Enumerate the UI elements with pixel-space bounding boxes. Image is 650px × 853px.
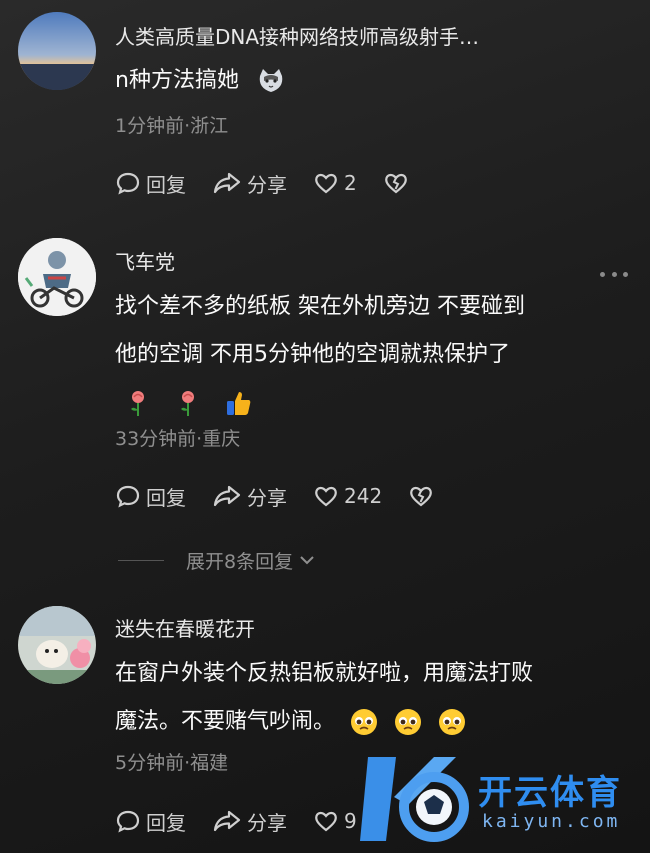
- comment-text-line: 在窗户外装个反热铝板就好啦，用魔法打败: [115, 661, 534, 686]
- like-button[interactable]: 9: [313, 808, 357, 834]
- reply-label: 回复: [146, 172, 186, 197]
- expand-replies-label: 展开8条回复: [186, 550, 294, 573]
- more-dot: [623, 271, 628, 277]
- pleading-face-emoji-icon: [393, 707, 423, 737]
- like-count: 2: [344, 171, 357, 195]
- reply-icon: [116, 485, 140, 508]
- more-dot: [600, 271, 605, 277]
- comment-actions: 回复 分享 242: [115, 480, 465, 512]
- reply-button[interactable]: 回复: [115, 169, 186, 198]
- username[interactable]: 人类高质量DNA接种网络技师高级射手…: [115, 21, 555, 50]
- reply-label: 回复: [146, 810, 186, 835]
- avatar[interactable]: [18, 606, 96, 684]
- share-icon: [213, 485, 241, 507]
- like-button[interactable]: 2: [313, 170, 357, 196]
- share-label: 分享: [247, 810, 287, 835]
- like-count: 9: [344, 809, 357, 833]
- reply-icon: [116, 172, 140, 195]
- share-button[interactable]: 分享: [212, 807, 287, 836]
- comment-text-line: 魔法。不要赌气吵闹。: [115, 698, 615, 746]
- heart-icon: [315, 486, 337, 507]
- share-button[interactable]: 分享: [212, 169, 287, 198]
- comment-text-content: n种方法搞她: [115, 68, 239, 93]
- thumbs-up-emoji-icon: [223, 388, 253, 418]
- comment-text: 找个差不多的纸板 架在外机旁边 不要碰到 他的空调 不用5分钟他的空调就热保护了: [115, 283, 615, 427]
- like-count: 242: [344, 484, 383, 508]
- share-icon: [213, 810, 241, 832]
- comment-actions: 回复 分享 9: [115, 805, 383, 837]
- chevron-down-icon: [300, 556, 314, 565]
- comment-text-line: 找个差不多的纸板 架在外机旁边 不要碰到: [115, 294, 525, 319]
- like-button[interactable]: 242: [313, 483, 382, 509]
- broken-heart-icon: [410, 486, 433, 507]
- more-dot: [611, 271, 617, 277]
- comment-actions: 回复 分享 2: [115, 167, 440, 199]
- more-options-button[interactable]: [600, 270, 628, 278]
- share-button[interactable]: 分享: [212, 482, 287, 511]
- watermark-domain: kaiyun.com: [482, 811, 621, 832]
- cat-emoji-icon: [256, 66, 286, 96]
- expand-replies-button[interactable]: 展开8条回复: [118, 545, 317, 575]
- share-icon: [213, 172, 241, 194]
- broken-heart-icon: [384, 173, 407, 194]
- reply-button[interactable]: 回复: [115, 482, 186, 511]
- dislike-button[interactable]: [408, 483, 439, 509]
- divider-line: [118, 559, 164, 561]
- pleading-face-emoji-icon: [437, 707, 467, 737]
- share-label: 分享: [247, 485, 287, 510]
- username[interactable]: 迷失在春暖花开: [115, 613, 555, 642]
- avatar[interactable]: [18, 12, 96, 90]
- comment-meta: 33分钟前·重庆: [115, 428, 241, 450]
- watermark-logo: 开云体育 kaiyun.com: [360, 745, 650, 853]
- soccer-ball-logo-icon: [360, 757, 469, 842]
- emoji-row: [115, 379, 615, 427]
- share-label: 分享: [247, 172, 287, 197]
- comment-text-line: 他的空调 不用5分钟他的空调就热保护了: [115, 342, 510, 367]
- username[interactable]: 飞车党: [115, 246, 555, 275]
- reply-icon: [116, 810, 140, 833]
- rose-emoji-icon: [123, 388, 153, 418]
- comment-text: 在窗户外装个反热铝板就好啦，用魔法打败 魔法。不要赌气吵闹。: [115, 650, 615, 746]
- comment-text: n种方法搞她: [115, 57, 615, 105]
- reply-label: 回复: [146, 485, 186, 510]
- comment-meta: 5分钟前·福建: [115, 752, 229, 774]
- heart-icon: [315, 811, 337, 832]
- dislike-button[interactable]: [383, 170, 414, 196]
- rose-emoji-icon: [173, 388, 203, 418]
- comment-text-content: 魔法。不要赌气吵闹。: [115, 709, 336, 734]
- heart-icon: [315, 173, 337, 194]
- reply-button[interactable]: 回复: [115, 807, 186, 836]
- watermark-brand: 开云体育: [478, 773, 622, 813]
- avatar[interactable]: [18, 238, 96, 316]
- pleading-face-emoji-icon: [349, 707, 379, 737]
- comment-meta: 1分钟前·浙江: [115, 115, 229, 137]
